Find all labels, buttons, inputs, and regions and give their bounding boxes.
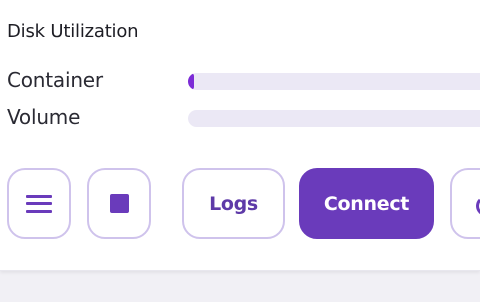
- stop-button[interactable]: [87, 168, 151, 239]
- stop-square-icon: [109, 194, 129, 213]
- logs-button-label: Logs: [209, 192, 258, 215]
- connect-button-label: Connect: [323, 192, 410, 215]
- connect-button[interactable]: Connect: [299, 168, 434, 239]
- container-label: Container: [7, 68, 103, 92]
- volume-label: Volume: [7, 105, 81, 129]
- container-usage-bar: [188, 73, 480, 90]
- volume-usage-bar: [188, 110, 480, 127]
- section-title: Disk Utilization: [7, 21, 139, 42]
- partial-icon: [476, 196, 480, 216]
- container-usage-fill: [188, 73, 194, 90]
- menu-button[interactable]: [7, 168, 71, 239]
- logs-button[interactable]: Logs: [182, 168, 285, 239]
- hamburger-menu-icon: [26, 194, 52, 213]
- disk-utilization-card: Disk Utilization Container Volume Logs C…: [0, 0, 480, 271]
- more-button[interactable]: [450, 168, 480, 239]
